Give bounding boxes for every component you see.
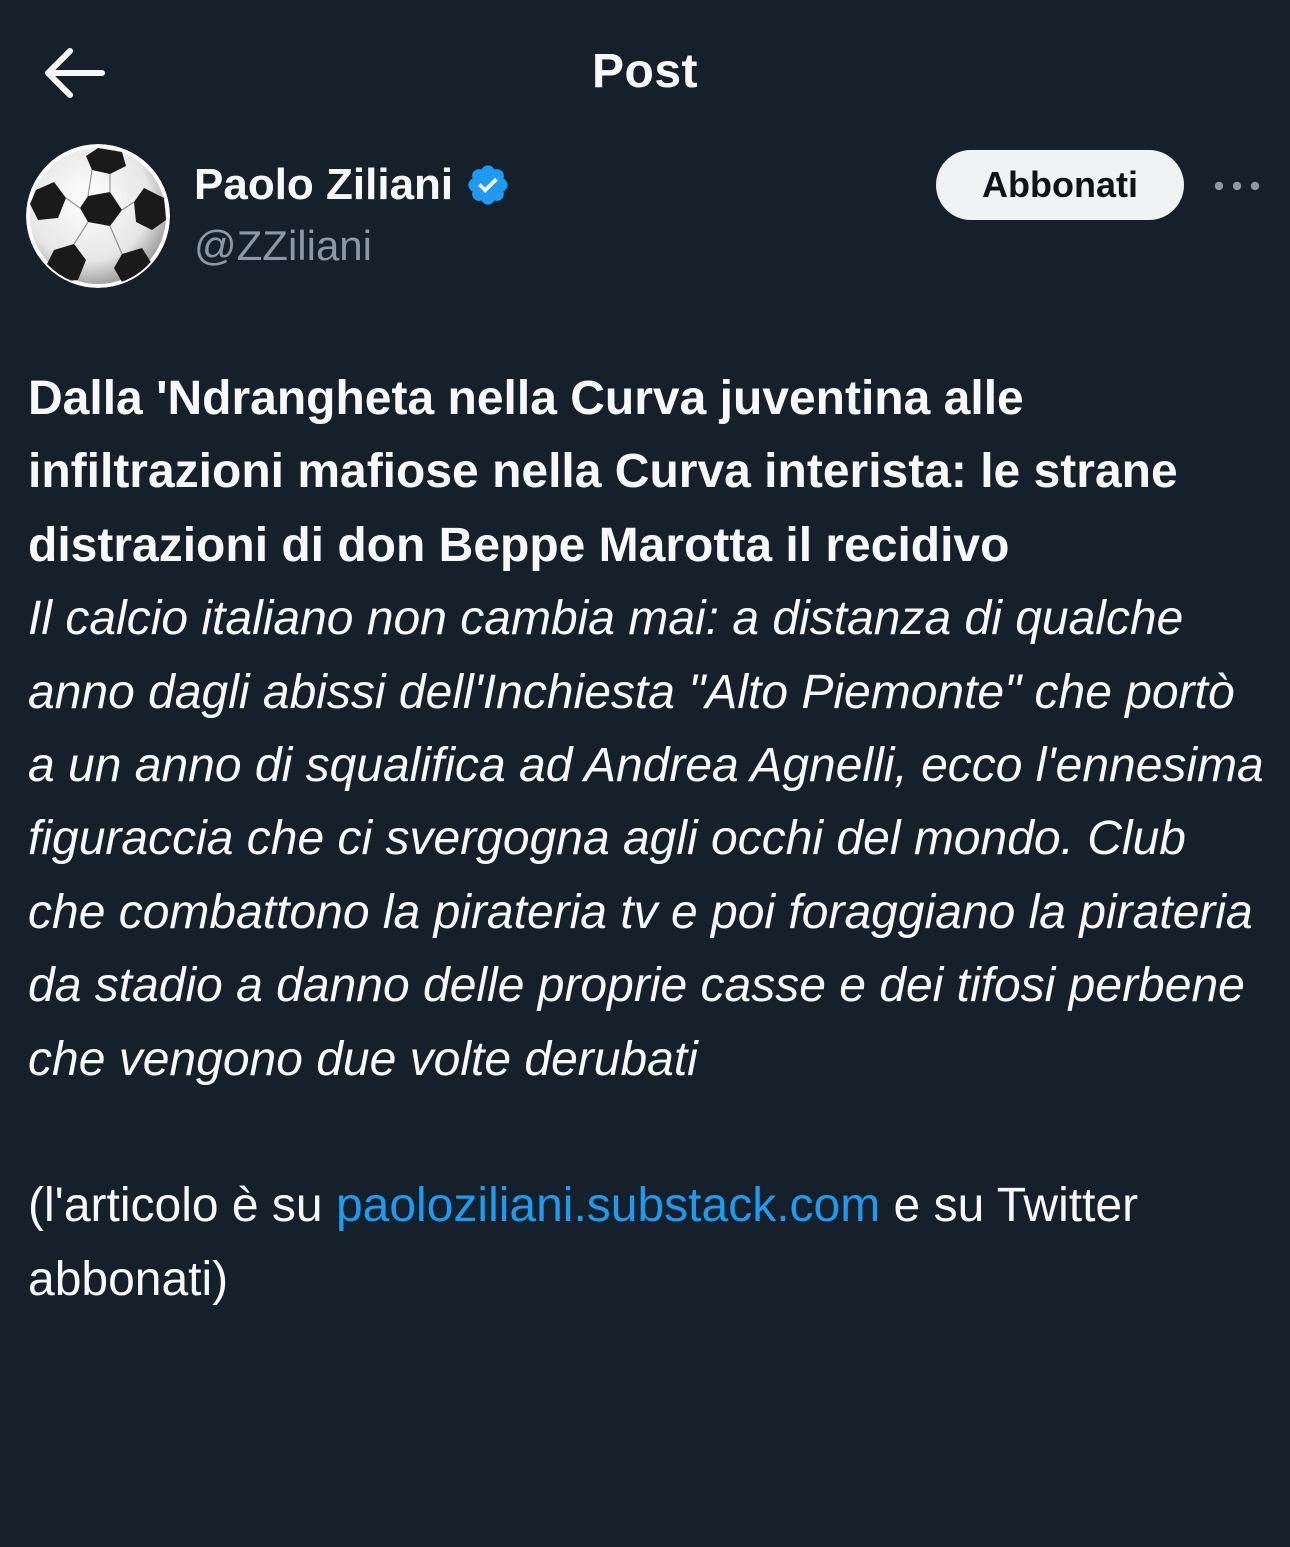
more-horizontal-icon bbox=[1214, 181, 1260, 191]
post-link[interactable]: paoloziliani.substack.com bbox=[336, 1179, 880, 1232]
top-bar: Post bbox=[0, 0, 1290, 145]
author-name: Paolo Ziliani bbox=[194, 160, 454, 209]
post-heading: Dalla 'Ndrangheta nella Curva juventina … bbox=[28, 372, 1178, 572]
post-footer-prefix: (l'articolo è su bbox=[28, 1179, 336, 1233]
avatar[interactable] bbox=[26, 144, 170, 288]
post-subtitle: Il calcio italiano non cambia mai: a dis… bbox=[28, 592, 1264, 1086]
more-options-button[interactable] bbox=[1210, 166, 1264, 206]
page-title: Post bbox=[591, 45, 698, 98]
verified-badge-icon bbox=[465, 162, 511, 208]
subscribe-button[interactable]: Abbonati bbox=[936, 150, 1184, 220]
author-name-link[interactable]: Paolo Ziliani bbox=[194, 160, 511, 210]
soccer-ball-icon bbox=[26, 144, 170, 288]
post-text: Dalla 'Ndrangheta nella Curva juventina … bbox=[28, 362, 1268, 1316]
post-author-row: Paolo Ziliani @ZZiliani Abbonati bbox=[0, 140, 1290, 290]
post-footer: (l'articolo è su paoloziliani.substack.c… bbox=[28, 1179, 1138, 1305]
author-handle[interactable]: @ZZiliani bbox=[194, 222, 372, 270]
